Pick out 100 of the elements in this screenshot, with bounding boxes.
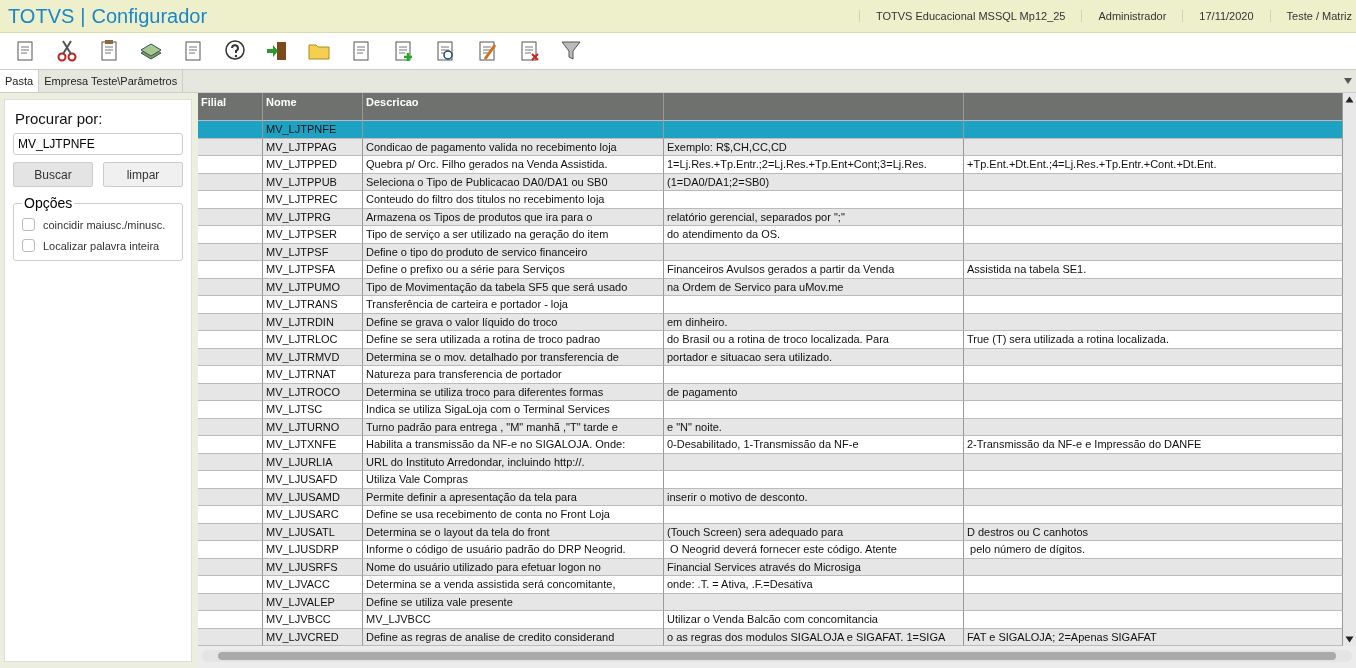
table-cell: MV_LJUSAFD (266, 473, 338, 486)
table-cell: Natureza para transferencia de portador (366, 368, 562, 381)
scroll-up-icon[interactable] (1345, 96, 1354, 103)
table-cell: MV_LJTRANS (266, 298, 338, 311)
table-cell: MV_LJTPUMO (266, 280, 340, 293)
table-cell: FAT e SIGALOJA; 2=Apenas SIGAFAT (967, 630, 1157, 643)
table-cell: MV_LJTRDIN (266, 315, 334, 328)
table-row[interactable]: MV_LJTRLOC Define se sera utilizada a rotina de troco padrao do Brasil ou a rotina de troco localizada. Para True (T) sera utilizada a rotina localizada. (198, 331, 1343, 349)
table-cell: MV_LJTRLOC (266, 333, 338, 346)
table-cell: 2-Transmissão da NF-e e Impressão do DANFE (967, 438, 1202, 451)
table-cell: Define o prefixo ou a série para Serviços (366, 263, 565, 276)
table-row[interactable]: MV_LJTRANS Transferência de carteira e portador - loja (198, 296, 1343, 314)
table-cell: e "N" noite. (667, 420, 722, 433)
table-cell: inserir o motivo de desconto. (667, 490, 808, 503)
table-cell: MV_LJTPREC (266, 193, 338, 206)
table-cell: MV_LJUSARC (266, 508, 339, 521)
search-button[interactable]: Buscar (13, 162, 93, 187)
table-cell: MV_LJTPPAG (266, 140, 337, 153)
table-row[interactable]: MV_LJTPSER Tipo de serviço a ser utilizado na geração do item do atendimento da OS. (198, 226, 1343, 244)
options-title: Opções (22, 195, 75, 211)
table-cell: Turno padrão para entrega , "M" manhã ,"T" tarde e (366, 420, 618, 433)
dropdown-icon[interactable] (1343, 77, 1353, 85)
table-cell: de pagamento (667, 385, 738, 398)
table-row[interactable]: MV_LJUSARC Define se usa recebimento de conta no Front Loja (198, 506, 1343, 524)
table-cell: MV_LJTSC (266, 403, 323, 416)
table-cell: Financial Services através do Microsiga (667, 560, 861, 573)
table-row[interactable]: MV_LJUSDRP Informe o código de usuário padrão do DRP Neogrid. O Neogrid deverá fornecer este código. Atente pelo número de dígitos. (198, 541, 1343, 559)
table-cell: MV_LJTURNO (266, 420, 340, 433)
table-row[interactable]: MV_LJVACC Determina se a venda assistida será concomitante, onde: .T. = Ativa, .F.=Desativa (198, 576, 1343, 594)
table-cell: Determina se o mov. detalhado por transferencia de (366, 350, 619, 363)
table-cell: Determina se utiliza troco para diferentes formas (366, 385, 604, 398)
checkbox[interactable] (22, 239, 35, 252)
table-cell: True (T) sera utilizada a rotina localizada. (967, 333, 1169, 346)
table-cell: Informe o código de usuário padrão do DRP Neogrid. (366, 543, 626, 556)
table-cell: MV_LJTPRG (266, 210, 331, 223)
table-row[interactable]: MV_LJVBCC MV_LJVBCC Utilizar o Venda Balcão com concomitancia (198, 611, 1343, 629)
branch-label: Teste / Matriz (1269, 10, 1356, 22)
table-cell: MV_LJVALEP (266, 595, 335, 608)
table-cell: MV_LJVCRED (266, 630, 339, 643)
table-cell: MV_LJTPSF (266, 245, 329, 258)
table-cell: Define se grava o valor líquido do troco (366, 315, 558, 328)
user-label: Administrador (1081, 10, 1183, 22)
table-cell: Determina se o layout da tela do front (366, 525, 550, 538)
table-row[interactable]: MV_LJTPNFE (198, 121, 1343, 139)
table-cell-text: O Neogrid deverá fornecer este código. Atente (669, 543, 897, 556)
date-label: 17/11/2020 (1182, 10, 1270, 22)
table-cell: Assistida na tabela SE1. (967, 263, 1087, 276)
table-cell: Quebra p/ Orc. Filho gerados na Venda Assistida. (366, 158, 608, 171)
table-row[interactable]: MV_LJTPSFA Define o prefixo ou a série para Serviços Financeiros Avulsos gerados a partir da Venda Assistida na tabela SE1. (198, 261, 1343, 279)
table-row[interactable]: MV_LJTSC Indica se utiliza SigaLoja com o Terminal Services (198, 401, 1343, 419)
option-label[interactable]: Localizar palavra inteira (43, 239, 160, 252)
table-cell: MV_LJTRMVD (266, 350, 340, 363)
table-cell: do atendimento da OS. (667, 228, 781, 241)
table-row[interactable]: MV_LJTRNAT Natureza para transferencia de portador (198, 366, 1343, 384)
table-cell: MV_LJVACC (266, 578, 330, 591)
table-cell: Utiliza Vale Compras (366, 473, 468, 486)
table-cell: MV_LJTROCO (266, 385, 340, 398)
table-cell: Habilita a transmissão da NF-e no SIGALOJA. Onde: (366, 438, 626, 451)
table-cell: em dinheiro. (667, 315, 728, 328)
table-cell: Armazena os Tipos de produtos que ira para o (366, 210, 593, 223)
table-cell: Seleciona o Tipo de Publicacao DA0/DA1 ou SB0 (366, 175, 608, 188)
table-cell: Define se utiliza vale presente (366, 595, 513, 608)
table-cell: MV_LJUSRFS (266, 560, 338, 573)
table-cell: na Ordem de Servico para uMov.me (667, 280, 844, 293)
table-cell: Indica se utiliza SigaLoja com o Terminal Services (366, 403, 610, 416)
table-cell: Define se sera utilizada a rotina de troco padrao (366, 333, 601, 346)
logo-text: TOTVS (8, 4, 75, 28)
table-cell-text: pelo número de dígitos. (969, 543, 1086, 556)
table-cell: Define as regras de analise de credito considerand (366, 630, 615, 643)
table-cell: D destros ou C canhotos (967, 525, 1089, 538)
tab[interactable]: Pasta (0, 70, 40, 92)
table-cell: Conteudo do filtro dos titulos no recebimento loja (366, 193, 605, 206)
search-label: Procurar por: (15, 110, 104, 127)
title-separator: | (80, 4, 86, 28)
table-cell: (Touch Screen) sera adequado para (667, 525, 844, 538)
table-row[interactable]: MV_LJTXNFE Habilita a transmissão da NF-e no SIGALOJA. Onde: 0-Desabilitado, 1-Transmissão da NF-e 2-Transmissão da NF-e e Impressão do DANFE (198, 436, 1343, 454)
table-cell: Define se usa recebimento de conta no Front Loja (366, 508, 610, 521)
table-cell: MV_LJTXNFE (266, 438, 337, 451)
vertical-scrollbar[interactable] (1343, 93, 1356, 646)
table-row[interactable]: MV_LJTPREC Conteudo do filtro dos titulos no recebimento loja (198, 191, 1343, 209)
table-cell: MV_LJURLIA (266, 455, 333, 468)
table-cell: onde: .T. = Ativa, .F.=Desativa (667, 578, 813, 591)
table-cell: MV_LJVBCC (366, 613, 431, 626)
table-cell: Financeiros Avulsos gerados a partir da Venda (667, 263, 895, 276)
horizontal-scrollbar[interactable] (202, 650, 1352, 662)
table-cell: Transferência de carteira e portador - loja (366, 298, 568, 311)
checkbox[interactable] (22, 218, 35, 231)
table-cell: MV_LJUSAMD (266, 490, 340, 503)
table-cell: Utilizar o Venda Balcão com concomitancia (667, 613, 878, 626)
scroll-down-icon[interactable] (1345, 636, 1354, 643)
clear-button[interactable]: limpar (103, 162, 183, 187)
table-cell: MV_LJUSATL (266, 525, 335, 538)
search-field[interactable]: MV_LJTPNFE (13, 133, 183, 155)
table-cell: MV_LJTPSER (266, 228, 337, 241)
option-label[interactable]: coincidir maiusc./minusc. (43, 218, 166, 231)
table-cell: MV_LJTPPUB (266, 175, 337, 188)
table-cell: o as regras dos modulos SIGALOJA e SIGAFAT. 1=SIGA (667, 630, 946, 643)
table-row[interactable]: MV_LJUSAFD Utiliza Vale Compras (198, 471, 1343, 489)
table-cell: MV_LJTPPED (266, 158, 337, 171)
table-row[interactable]: MV_LJTPPED Quebra p/ Orc. Filho gerados na Venda Assistida. 1=Lj.Res.+Tp.Entr.;2=Lj.Res.+Tp.Ent+Cont;3=Lj.Res. +Tp.Ent.+Dt.Ent.;4=Lj.Res.+Tp.Entr.+Cont.+Dt.Ent. (198, 156, 1343, 174)
